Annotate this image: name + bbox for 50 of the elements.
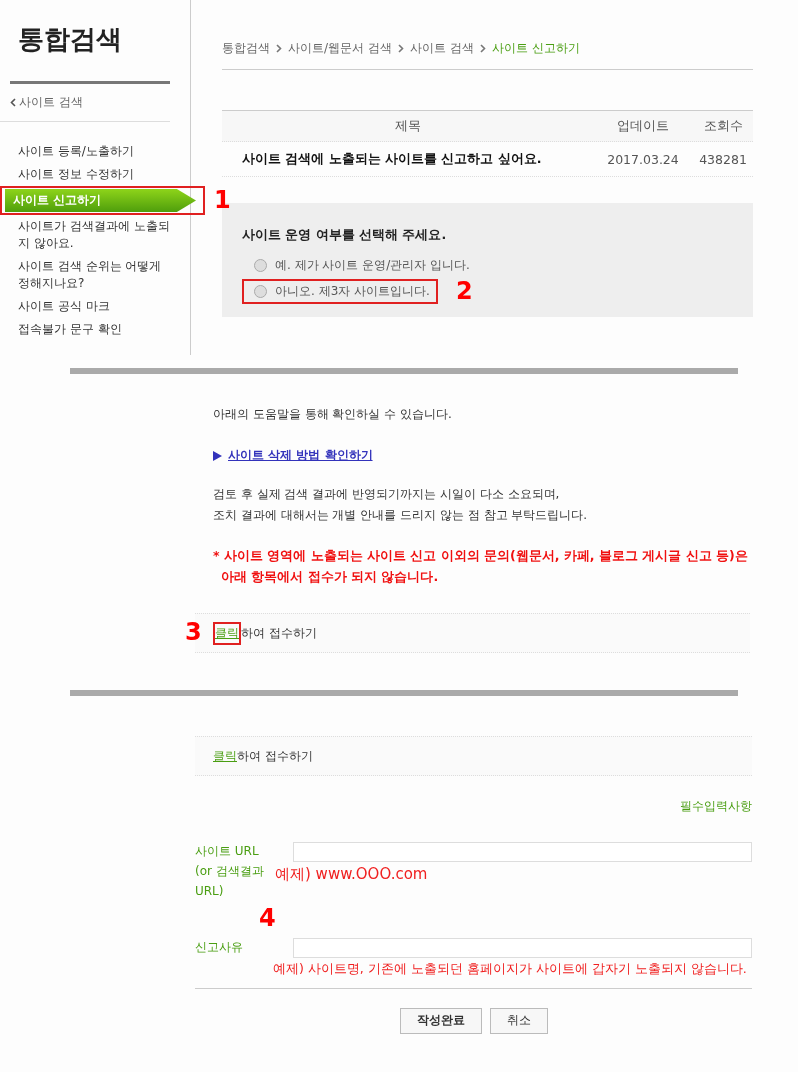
step-number: 1 (214, 186, 231, 214)
breadcrumb-link[interactable]: 통합검색 (222, 40, 270, 57)
input-field[interactable] (293, 841, 752, 862)
sidebar-item[interactable]: 접속불가 문구 확인 (0, 318, 190, 341)
cancel-button[interactable]: 취소 (489, 1007, 548, 1034)
step-number: 4 (259, 904, 276, 932)
step-number: 2 (455, 277, 473, 305)
sidebar-item[interactable]: 사이트가 검색결과에 노출되지 않아요. (0, 215, 190, 255)
warning-text: * 사이트 영역에 노출되는 사이트 신고 이외의 문의(웹문서, 카페, 블로그 게시글 신고 등)은 (213, 547, 749, 565)
chevron-left-icon (10, 98, 16, 107)
sidebar-item[interactable]: 사이트 검색 순위는 어떻게 정해지나요? (0, 255, 190, 295)
back-link[interactable]: 사이트 검색 (0, 84, 170, 122)
warning-text: 아래 항목에서 접수가 되지 않습니다. (220, 568, 440, 586)
example-text: 예제) 사이트명, 기존에 노출되던 홈페이지가 사이트에 갑자기 노출되지 않습니다. (273, 961, 747, 978)
radio-option[interactable]: 예. 제가 사이트 운영/관리자 입니다. (242, 254, 733, 277)
apply-text: 하여 접수하기 (241, 624, 317, 642)
sidebar-item[interactable]: 사이트 등록/노출하기 (0, 140, 190, 163)
chevron-right-icon (479, 44, 486, 53)
field-label: 신고사유 (195, 939, 244, 956)
sidebar-item[interactable]: 사이트 공식 마크 (0, 295, 190, 318)
column-header: 업데이트 (616, 117, 670, 135)
radio-button[interactable] (254, 284, 267, 298)
notice-text: 검토 후 실제 검색 결과에 반영되기까지는 시일이 다소 소요되며, (213, 486, 561, 503)
question-title: 사이트 운영 여부를 선택해 주세요. (242, 227, 448, 244)
help-text: 아래의 도움말을 통해 확인하실 수 있습니다. (213, 406, 453, 423)
breadcrumb-link[interactable]: 사이트 검색 (409, 40, 474, 57)
radio-button[interactable] (254, 259, 267, 272)
field-label: 사이트 URL (195, 843, 260, 860)
triangle-right-icon (213, 450, 222, 461)
chevron-right-icon (397, 44, 404, 53)
radio-option[interactable]: 아니오. 제3자 사이트입니다. (244, 280, 430, 302)
field-label: URL) (195, 883, 225, 900)
table-cell-text: 438281 (698, 151, 748, 167)
breadcrumb-link[interactable]: 사이트 신고하기 (491, 40, 580, 57)
sidebar-item[interactable]: 사이트 정보 수정하기 (0, 163, 190, 186)
table-cell[interactable]: 사이트 검색에 노출되는 사이트를 신고하고 싶어요. (222, 150, 593, 168)
input-field[interactable] (293, 937, 752, 958)
required-note: 필수입력사항 (679, 798, 752, 815)
chevron-right-icon (276, 44, 282, 53)
submit-button[interactable]: 작성완료 (399, 1007, 482, 1034)
table-cell-text: 2017.03.24 (606, 151, 680, 167)
help-link[interactable]: 사이트 삭제 방법 확인하기 (228, 445, 373, 466)
step-number: 3 (185, 618, 202, 646)
column-header: 제목 (393, 117, 422, 135)
notice-text: 조치 결과에 대해서는 개별 안내를 드리지 않는 점 참고 부탁드립니다. (213, 507, 589, 524)
example-text: 예제) www.OOO.com (275, 865, 428, 884)
breadcrumb-link[interactable]: 사이트/웹문서 검색 (288, 40, 392, 57)
column-header: 조회수 (702, 117, 744, 135)
page-title: 통합검색 (17, 23, 123, 56)
apply-text: 하여 접수하기 (237, 747, 313, 765)
